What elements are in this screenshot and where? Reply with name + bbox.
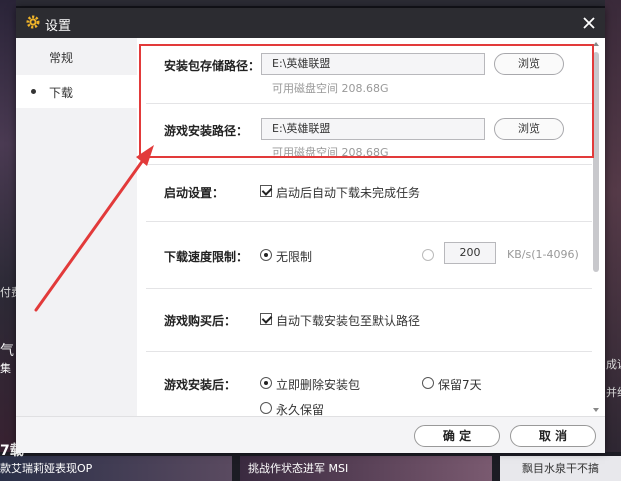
annotation-arrow [34, 145, 154, 312]
